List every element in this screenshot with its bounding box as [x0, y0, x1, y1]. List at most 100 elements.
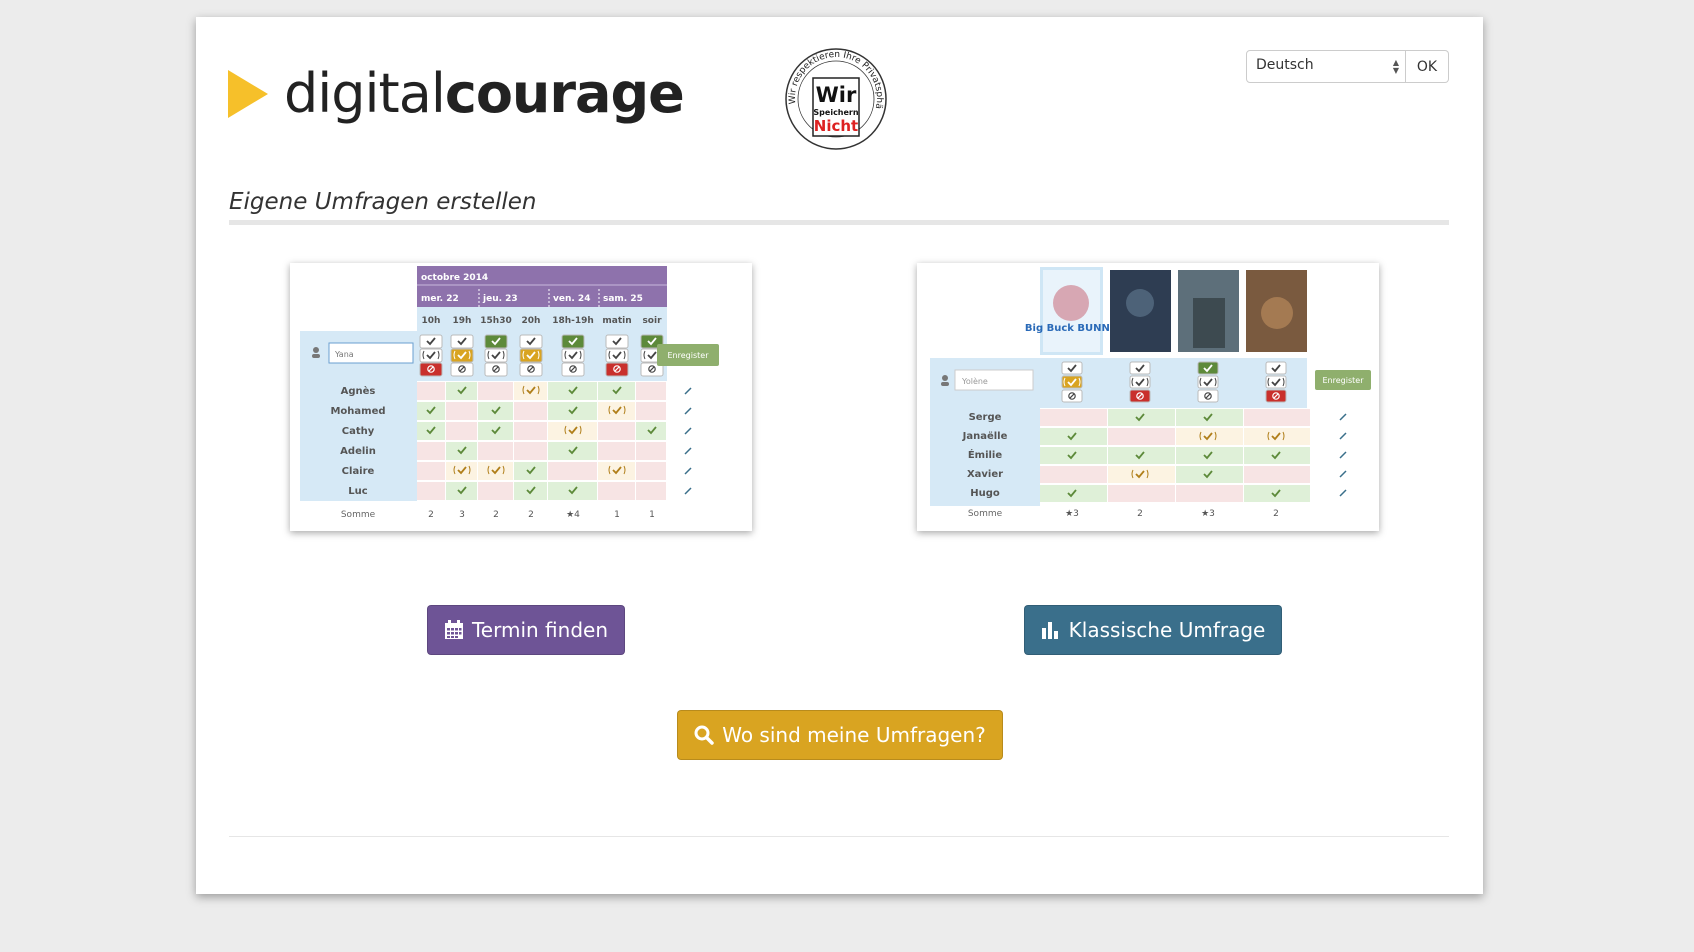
choice-yes-button: [1197, 361, 1219, 375]
pencil-icon: [1339, 451, 1347, 459]
pencil-icon: [684, 447, 692, 455]
poll-time-3: 15h30: [480, 316, 511, 326]
find-my-polls-button[interactable]: Wo sind meine Umfragen?: [677, 710, 1003, 760]
grid-cell: [598, 482, 635, 500]
classic-name-input-value: Yolène: [961, 376, 988, 386]
poll-sum-2: 3: [459, 510, 465, 520]
pencil-icon: [1339, 413, 1347, 421]
poll-month: octobre 2014: [421, 273, 488, 283]
classic-save-button-label: Enregister: [1323, 376, 1365, 385]
choice-ifneeded-button: [1197, 375, 1219, 389]
classic-participant-3: Émilie: [968, 448, 1003, 461]
pencil-icon: [684, 387, 692, 395]
logo-text: digitalcourage: [284, 67, 685, 121]
participant-4: Adelin: [340, 446, 376, 457]
classic-participant-2: Janaëlle: [962, 431, 1008, 442]
classic-pencil-icons: [1339, 413, 1347, 497]
seal-line3: Nicht: [814, 117, 858, 135]
logo-text-bold: courage: [444, 62, 685, 125]
grid-cell: [636, 382, 666, 400]
select-arrows-icon: ▲ ▼: [1392, 58, 1399, 75]
grid-cell: [1244, 409, 1310, 426]
grid-cell: [1244, 466, 1310, 483]
choice-ifneeded-button: [1061, 375, 1083, 389]
poll-day-1: mer. 22: [421, 294, 459, 304]
classic-participant-5: Hugo: [970, 488, 1000, 499]
grid-cell: [636, 462, 666, 480]
participant-1: Agnès: [341, 385, 376, 397]
grid-cell: [446, 422, 477, 440]
poll-name-input-value: Yana: [334, 350, 354, 359]
pencil-icons: [684, 387, 692, 495]
bar-chart-icon: [1041, 622, 1058, 639]
grid-cell: [478, 442, 513, 460]
grid-cell: [636, 482, 666, 500]
find-my-polls-button-label: Wo sind meine Umfragen?: [722, 723, 986, 747]
poll-choice-buttons: [419, 334, 664, 377]
find-date-button-label: Termin finden: [471, 618, 608, 642]
poll-time-2: 19h: [453, 316, 472, 326]
poll-day-3: ven. 24: [553, 294, 590, 304]
poll-sum-7: 1: [649, 510, 655, 520]
poll-result-grid: [417, 382, 666, 500]
pencil-icon: [1339, 432, 1347, 440]
classic-sum-1: ★3: [1065, 509, 1079, 519]
choice-yes-button: [1129, 361, 1151, 375]
choice-yes-button: [1061, 361, 1083, 375]
language-selected: Deutsch: [1256, 57, 1314, 73]
poll-sum-5: ★4: [566, 510, 580, 520]
classic-poll-button[interactable]: Klassische Umfrage: [1024, 605, 1282, 655]
pencil-icon: [684, 407, 692, 415]
poster-1-title: Big Buck BUNNY: [1025, 323, 1118, 334]
language-select[interactable]: Deutsch ▲ ▼: [1246, 50, 1406, 83]
choice-yes-button: [1265, 361, 1287, 375]
language-ok-button[interactable]: OK: [1406, 50, 1449, 83]
poll-day-4: sam. 25: [603, 294, 643, 304]
participant-3: Cathy: [342, 426, 375, 437]
poll-time-5: 18h-19h: [552, 316, 594, 326]
poster-1-bunny-icon: [1053, 285, 1089, 321]
grid-cell: [1108, 428, 1175, 445]
poll-time-7: soir: [642, 316, 662, 326]
grid-cell: [598, 442, 635, 460]
digitalcourage-logo[interactable]: digitalcourage: [228, 67, 685, 121]
classic-poll-preview[interactable]: Big Buck BUNNY Yolène Enregister Serge J…: [917, 263, 1379, 531]
find-date-button[interactable]: Termin finden: [427, 605, 625, 655]
classic-sum-4: 2: [1273, 509, 1279, 519]
poll-time-4: 20h: [522, 316, 541, 326]
classic-poll-button-label: Klassische Umfrage: [1068, 618, 1266, 642]
date-poll-preview-svg: octobre 2014 mer. 22 jeu. 23 ven. 24 sam…: [300, 266, 719, 520]
pencil-icon: [1339, 470, 1347, 478]
date-poll-preview[interactable]: octobre 2014 mer. 22 jeu. 23 ven. 24 sam…: [290, 263, 752, 531]
divider: [229, 220, 1449, 225]
participant-2: Mohamed: [330, 406, 385, 417]
grid-cell: [636, 442, 666, 460]
pencil-icon: [684, 487, 692, 495]
grid-cell: [478, 482, 513, 500]
poll-save-button-label: Enregister: [668, 351, 710, 360]
participant-5: Claire: [342, 466, 375, 477]
poll-sum-4: 2: [528, 510, 534, 520]
logo-text-light: digital: [284, 62, 446, 125]
classic-result-grid: [1040, 409, 1310, 502]
poll-time-6: matin: [602, 316, 631, 326]
privacy-seal-icon: Wir respektieren Ihre Privatsphäre Wir S…: [784, 47, 887, 150]
grid-cell: [417, 462, 445, 480]
grid-cell: [417, 442, 445, 460]
calendar-icon: [444, 620, 463, 639]
participant-6: Luc: [348, 486, 367, 497]
poll-sum-1: 2: [428, 510, 434, 520]
grid-cell: [1176, 485, 1243, 502]
grid-cell: [1108, 485, 1175, 502]
classic-sum-2: 2: [1137, 509, 1143, 519]
seal-line1: Wir: [816, 83, 857, 107]
grid-cell: [514, 442, 547, 460]
classic-participant-4: Xavier: [967, 469, 1003, 480]
pencil-icon: [684, 467, 692, 475]
classic-participant-1: Serge: [969, 412, 1002, 423]
page-container: digitalcourage Wir respektieren Ihre Pri…: [196, 17, 1483, 894]
classic-sum-3: ★3: [1201, 509, 1215, 519]
page-title: Eigene Umfragen erstellen: [229, 189, 537, 215]
language-switcher: Deutsch ▲ ▼ OK: [1246, 50, 1449, 83]
grid-cell: [514, 402, 547, 420]
